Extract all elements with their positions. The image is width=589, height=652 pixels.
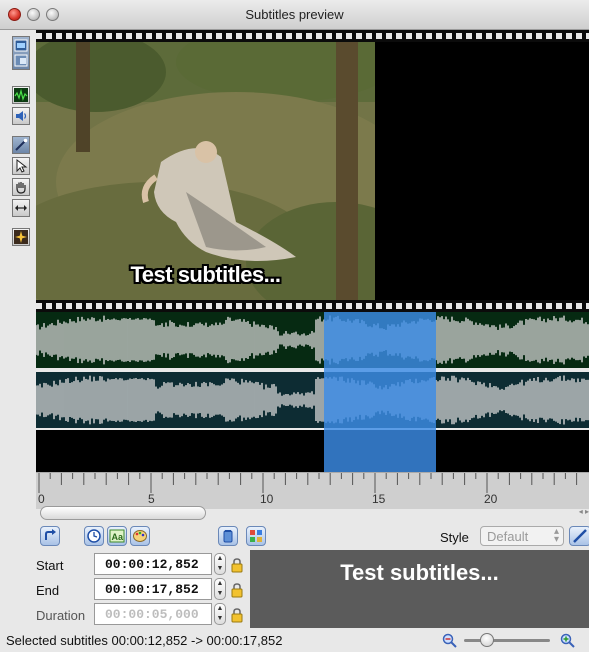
grid-icon — [250, 530, 262, 542]
hand-tool-button[interactable] — [12, 178, 30, 196]
return-arrow-icon — [45, 529, 56, 540]
edit-style-button[interactable] — [569, 526, 589, 546]
waveform-track-2[interactable] — [36, 370, 589, 428]
video-mode-icon — [14, 39, 28, 67]
video-frame: Test subtitles... — [36, 42, 375, 300]
video-preview[interactable]: Test subtitles... — [36, 42, 589, 300]
duration-lock-icon[interactable] — [230, 607, 244, 623]
zoom-slider-track[interactable] — [464, 639, 550, 642]
video-mode-button[interactable] — [12, 36, 30, 70]
palette-icon — [133, 530, 147, 542]
preview-text: Test subtitles... — [340, 560, 499, 585]
status-text: Selected subtitles 00:00:12,852 -> 00:00… — [6, 633, 283, 648]
sparkle-icon — [14, 230, 28, 244]
filmstrip-bottom — [36, 300, 589, 312]
clear-button[interactable] — [218, 526, 238, 546]
svg-text:Aa: Aa — [112, 532, 124, 542]
zoom-control — [440, 631, 588, 651]
timeline-ruler[interactable]: 0 5 10 15 20 — [36, 472, 589, 509]
magic-wand-button[interactable] — [12, 136, 30, 154]
pencil-icon — [573, 529, 587, 543]
tick-label-15: 15 — [372, 492, 386, 506]
duration-stepper[interactable]: ▲ ▼ — [214, 603, 226, 625]
trash-icon — [223, 530, 233, 543]
tick-label-0: 0 — [38, 492, 45, 506]
duration-label: Duration — [36, 608, 86, 623]
filmstrip-top — [36, 30, 589, 42]
zoom-in-icon[interactable] — [560, 633, 576, 649]
left-toolbar — [0, 30, 36, 550]
resize-arrows-icon — [15, 205, 27, 211]
end-lock-icon[interactable] — [230, 582, 244, 598]
end-label: End — [36, 583, 60, 598]
timeline-scrollbar[interactable]: ◂ ▸ — [36, 506, 589, 520]
tick-label-20: 20 — [484, 492, 498, 506]
hand-icon — [16, 182, 26, 194]
waveform-button[interactable] — [12, 86, 30, 104]
clock-icon — [87, 529, 101, 543]
tick-label-10: 10 — [260, 492, 274, 506]
speaker-icon — [16, 111, 27, 121]
waveform-track-1[interactable] — [36, 312, 589, 368]
zoom-out-icon[interactable] — [442, 633, 458, 649]
waveform-2 — [36, 375, 589, 425]
start-label: Start — [36, 558, 64, 573]
scrollbar-thumb[interactable] — [40, 506, 206, 520]
control-bar: Aa Style Default ▴ ▾ — [36, 524, 589, 550]
tick-label-5: 5 — [148, 492, 155, 506]
zoom-slider-knob[interactable] — [480, 633, 494, 647]
subtitle-text-preview[interactable]: Test subtitles... — [250, 550, 589, 628]
style-label: Style — [440, 530, 469, 545]
start-lock-icon[interactable] — [230, 557, 244, 573]
selection-region[interactable] — [324, 312, 436, 472]
magic-wand-icon — [15, 138, 28, 151]
jump-button[interactable] — [40, 526, 60, 546]
font-button[interactable]: Aa — [107, 526, 127, 546]
duration-field[interactable]: 00:00:05,000 — [94, 603, 212, 625]
status-bar: Selected subtitles 00:00:12,852 -> 00:00… — [0, 628, 589, 652]
audio-waveform-icon — [14, 88, 28, 102]
arrow-pointer-icon — [16, 159, 28, 173]
end-stepper[interactable]: ▲ ▼ — [214, 578, 226, 600]
window-title: Subtitles preview — [245, 7, 344, 22]
select-arrows-icon: ▴ ▾ — [553, 526, 559, 545]
subtitle-track[interactable] — [36, 430, 589, 472]
speaker-button[interactable] — [12, 107, 30, 125]
start-stepper[interactable]: ▲ ▼ — [214, 553, 226, 575]
font-aa-icon: Aa — [109, 529, 125, 543]
scroll-arrows-icon[interactable]: ◂ ▸ — [579, 507, 589, 516]
ruler-ticks — [38, 473, 578, 493]
resize-tool-button[interactable] — [12, 199, 30, 217]
grid-button[interactable] — [246, 526, 266, 546]
effects-button[interactable] — [12, 228, 30, 246]
style-select[interactable]: Default ▴ ▾ — [480, 526, 564, 546]
select-tool-button[interactable] — [12, 157, 30, 175]
waveform-1 — [36, 315, 589, 365]
title-bar: Subtitles preview — [0, 0, 589, 30]
end-field[interactable]: 00:00:17,852 — [94, 578, 212, 600]
timing-button[interactable] — [84, 526, 104, 546]
color-button[interactable] — [130, 526, 150, 546]
time-fields: Start 00:00:12,852 ▲ ▼ End 00:00:17,852 ▲… — [0, 550, 250, 628]
start-field[interactable]: 00:00:12,852 — [94, 553, 212, 575]
video-subtitle-overlay: Test subtitles... — [130, 262, 281, 287]
style-select-value: Default — [487, 529, 529, 544]
